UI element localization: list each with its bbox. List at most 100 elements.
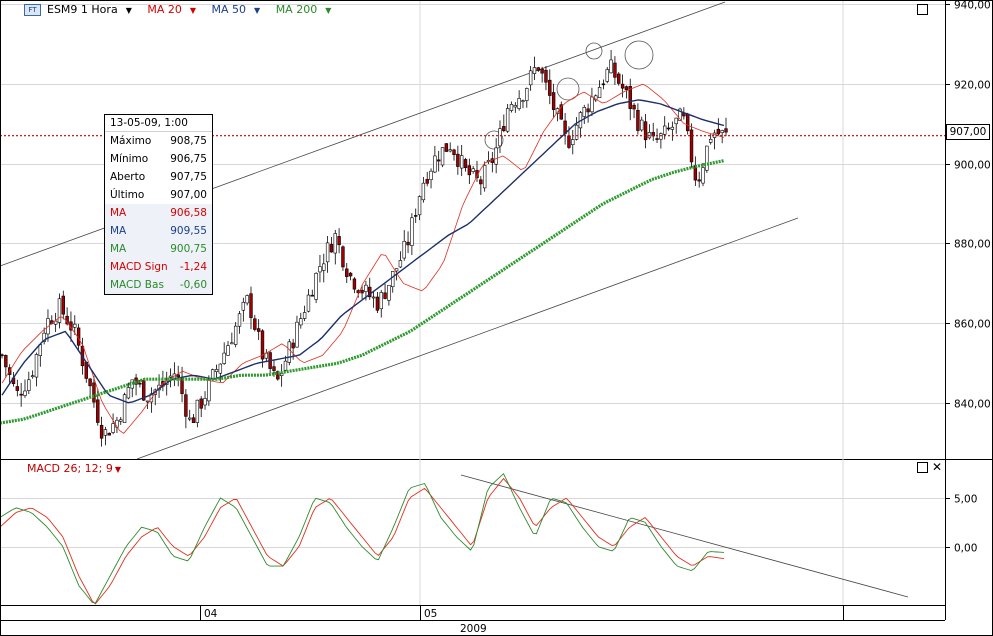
candle-body xyxy=(375,296,380,311)
candle-body xyxy=(210,369,215,380)
candle-body xyxy=(27,379,31,391)
candle-body xyxy=(617,73,621,84)
symbol-selector[interactable]: FT ESM9 1 Hora ▼ xyxy=(24,3,138,16)
candle-body xyxy=(126,387,131,399)
candle-body xyxy=(398,260,403,268)
y-tick-label: 840,00 xyxy=(954,399,991,411)
symbol-label: ESM9 1 Hora xyxy=(47,3,118,16)
candle-body xyxy=(19,393,23,396)
candle-body xyxy=(643,121,648,141)
candle-body xyxy=(525,88,529,101)
candle-body xyxy=(38,344,43,356)
candle-body xyxy=(532,67,537,74)
candle-body xyxy=(716,128,721,135)
candle-body xyxy=(241,301,246,311)
candle-body xyxy=(620,83,625,89)
data-window-row: MA 909,55 xyxy=(105,222,212,240)
candle-body xyxy=(601,83,606,86)
candle-body xyxy=(99,424,104,439)
data-window-label: MA xyxy=(110,225,127,237)
candle-body xyxy=(720,130,724,133)
candle-body xyxy=(111,423,115,433)
candle-body xyxy=(214,369,219,372)
maximize-button[interactable] xyxy=(917,4,928,15)
candle-body xyxy=(191,417,196,424)
candle-body xyxy=(479,179,483,185)
candle-body xyxy=(448,149,452,152)
candle-body xyxy=(383,292,387,299)
candle-body xyxy=(528,70,533,86)
candle-body xyxy=(237,313,242,327)
candle-body xyxy=(176,374,180,378)
candle-body xyxy=(302,312,307,319)
candle-body xyxy=(459,155,464,169)
candle-body xyxy=(689,129,694,163)
candle-body xyxy=(61,295,65,315)
candle-body xyxy=(73,323,77,328)
macd-trend-line xyxy=(460,474,909,598)
maximize-macd-button[interactable] xyxy=(917,462,928,473)
ma200-selector[interactable]: MA 200 ▼ xyxy=(276,3,338,16)
y-tick-label: 920,00 xyxy=(954,80,991,92)
candle-body xyxy=(256,328,261,332)
candle-body xyxy=(107,432,111,436)
chart-area[interactable]: 840,00 860,00 880,00 900,00 920,00 940,00 0,00… xyxy=(0,0,993,636)
candle-body xyxy=(352,278,357,290)
candle-body xyxy=(34,354,39,378)
candle-body xyxy=(444,143,449,152)
candle-body xyxy=(329,244,334,253)
candle-body xyxy=(548,79,552,96)
highlight-circle xyxy=(585,42,603,60)
x-tick-label: 04 xyxy=(204,608,218,620)
data-window-row: MA 906,58 xyxy=(105,204,212,222)
candle-body xyxy=(402,240,406,259)
candle-body xyxy=(88,378,92,387)
candle-body xyxy=(513,105,518,108)
y-tick-label: 880,00 xyxy=(954,239,991,251)
macd-y-tick-label: 5,00 xyxy=(954,494,977,506)
candle-body xyxy=(540,68,544,74)
ma50-selector[interactable]: MA 50 ▼ xyxy=(212,3,267,16)
candle-body xyxy=(345,268,349,277)
candle-body xyxy=(605,69,609,82)
macd-indicator-selector[interactable]: MACD 26; 12; 9 ▼ xyxy=(27,462,121,475)
data-window-label: Mínimo xyxy=(110,153,149,165)
candle-body xyxy=(348,272,353,277)
candle-body xyxy=(663,125,667,135)
candle-body xyxy=(92,382,96,403)
candle-body xyxy=(394,268,399,272)
candle-body xyxy=(15,386,20,391)
candle-body xyxy=(230,342,234,345)
chart-toolbar: FT ESM9 1 Hora ▼ MA 20 ▼ MA 50 ▼ MA 200 ▼ xyxy=(24,2,343,18)
candle-body xyxy=(517,98,521,109)
candle-body xyxy=(272,366,276,371)
candle-body xyxy=(624,86,629,91)
data-window-value: 907,00 xyxy=(170,189,207,201)
candle-body xyxy=(436,159,441,162)
candle-body xyxy=(655,138,659,140)
candle-body xyxy=(287,341,292,363)
ma50-label: MA 50 xyxy=(211,3,247,16)
candle-body xyxy=(429,170,433,181)
data-window-value: 906,75 xyxy=(170,153,207,165)
candle-body xyxy=(640,119,644,131)
candle-body xyxy=(590,96,594,113)
ma20-label: MA 20 xyxy=(147,3,182,16)
candle-body xyxy=(249,293,253,318)
candle-body xyxy=(697,179,701,182)
data-window-label: MA xyxy=(110,207,127,219)
candle-body xyxy=(471,168,475,172)
candle-body xyxy=(188,417,192,420)
candle-body xyxy=(314,272,318,300)
close-macd-button[interactable]: ✕ xyxy=(932,461,942,473)
data-window: 13-05-09, 1:00 Máximo 908,75 Mínimo 906,75 A… xyxy=(104,114,213,295)
candle-body xyxy=(103,429,108,436)
data-window-label: Aberto xyxy=(110,171,146,183)
candle-body xyxy=(207,379,211,402)
candle-body xyxy=(333,233,337,254)
data-window-label: MACD Bas xyxy=(110,279,164,291)
data-window-value: 907,75 xyxy=(170,171,207,183)
data-window-row: MA 900,75 xyxy=(105,240,212,258)
data-window-date: 13-05-09, 1:00 xyxy=(105,115,212,132)
ma20-selector[interactable]: MA 20 ▼ xyxy=(147,3,202,16)
